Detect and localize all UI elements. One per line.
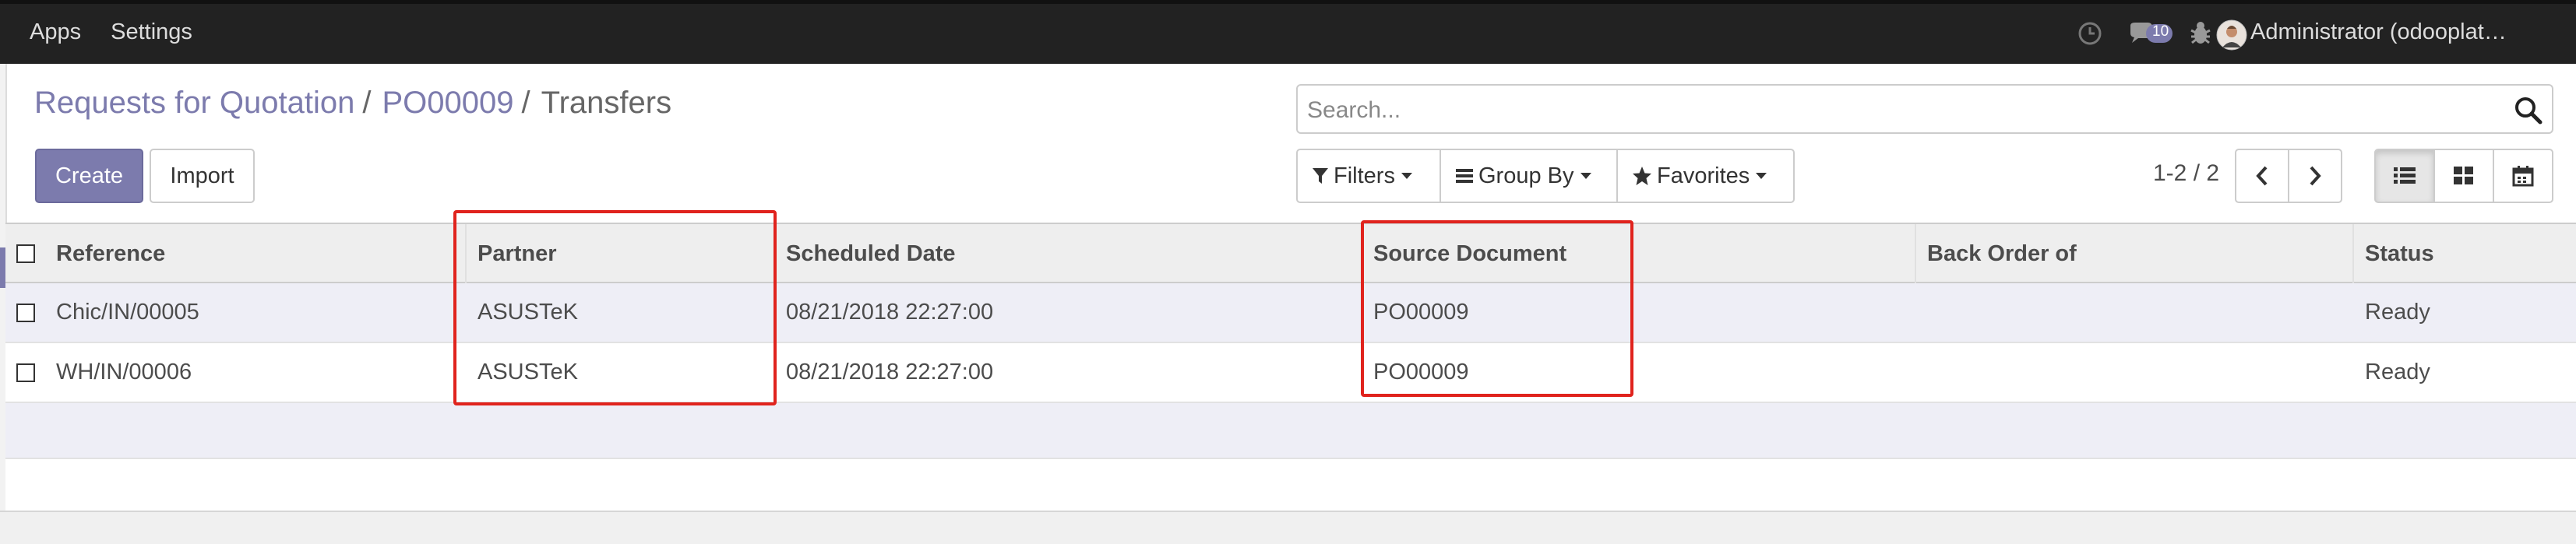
breadcrumb-separator: / (521, 86, 530, 120)
systray: 10 Administrator (odooplat… (2077, 4, 2576, 68)
column-partner[interactable]: Partner (467, 224, 775, 283)
column-back-order-of[interactable]: Back Order of (1916, 224, 2354, 283)
calendar-view-icon (2512, 166, 2534, 187)
cell-source-document: PO00009 (1373, 360, 1469, 384)
column-source-document[interactable]: Source Document (1362, 224, 1916, 283)
menu-settings[interactable]: Settings (111, 19, 192, 45)
breadcrumb-rfq[interactable]: Requests for Quotation (34, 86, 354, 120)
caret-icon (1756, 173, 1767, 179)
table-footer (0, 511, 2576, 544)
pager-next[interactable] (2288, 149, 2342, 203)
cell-scheduled-date: 08/21/2018 22:27:00 (786, 360, 994, 384)
pager-value[interactable]: 1-2 / 2 (2153, 160, 2219, 187)
chat-icon[interactable]: 10 (2129, 21, 2173, 51)
pager-previous[interactable] (2235, 149, 2289, 203)
create-button[interactable]: Create (35, 149, 143, 203)
cell-back-order-of (1916, 283, 1927, 342)
cell-partner: ASUSTeK (477, 300, 578, 325)
menu-apps[interactable]: Apps (30, 19, 81, 45)
breadcrumb-po[interactable]: PO00009 (382, 86, 513, 120)
search-icon[interactable] (2513, 95, 2544, 126)
bug-icon[interactable] (2188, 19, 2213, 50)
cell-partner: ASUSTeK (477, 360, 578, 384)
cell-source-document: PO00009 (1373, 300, 1469, 325)
cell-reference: Chic/IN/00005 (56, 300, 199, 325)
groupby-label: Group By (1478, 163, 1574, 188)
search-options: Filters Group By Favorites (1296, 149, 1795, 203)
table-row[interactable]: Chic/IN/00005 ASUSTeK 08/21/2018 22:27:0… (5, 283, 2576, 343)
favorites-label: Favorites (1657, 163, 1750, 188)
chevron-right-icon (2310, 166, 2321, 186)
chevron-left-icon (2256, 166, 2268, 186)
column-scheduled-date[interactable]: Scheduled Date (775, 224, 1362, 283)
caret-icon (1401, 173, 1412, 179)
calendar-view-button[interactable] (2493, 149, 2553, 203)
table-header: Reference Partner Scheduled Date Source … (5, 223, 2576, 283)
favorites-button[interactable]: Favorites (1616, 149, 1795, 203)
cell-reference: WH/IN/00006 (56, 360, 192, 384)
kanban-view-button[interactable] (2433, 149, 2494, 203)
table-empty-row (5, 459, 2576, 515)
breadcrumb: Requests for Quotation / PO00009/Transfers (34, 86, 671, 121)
filters-button[interactable]: Filters (1296, 149, 1441, 203)
select-all-checkbox[interactable] (16, 244, 35, 263)
table-empty-row (5, 403, 2576, 459)
cell-status: Ready (2365, 300, 2430, 325)
avatar[interactable] (2216, 19, 2247, 54)
header-select-all[interactable] (5, 224, 51, 283)
search-input[interactable]: Search... (1296, 84, 2553, 134)
column-reference[interactable]: Reference (45, 224, 467, 283)
kanban-view-icon (2454, 167, 2473, 184)
star-icon (1633, 167, 1651, 185)
filters-label: Filters (1334, 163, 1395, 188)
search-placeholder: Search... (1307, 97, 1401, 123)
list-view-icon (2394, 167, 2416, 184)
filter-icon (1313, 168, 1328, 184)
cell-status: Ready (2365, 360, 2430, 384)
left-accent-bar (0, 247, 5, 288)
cell-scheduled-date: 08/21/2018 22:27:00 (786, 300, 994, 325)
breadcrumb-current: Transfers (541, 86, 672, 120)
import-button[interactable]: Import (150, 149, 255, 203)
breadcrumb-separator: / (362, 86, 372, 120)
user-menu[interactable]: Administrator (odooplat… (2250, 19, 2570, 45)
messages-badge: 10 (2152, 23, 2169, 40)
caret-icon (1580, 173, 1591, 179)
column-status[interactable]: Status (2354, 224, 2576, 283)
list-icon (1456, 169, 1473, 183)
main-menu: Apps Settings (30, 19, 192, 45)
list-view-button[interactable] (2374, 149, 2435, 203)
clock-icon[interactable] (2077, 21, 2102, 50)
cell-back-order-of (1916, 343, 1927, 402)
top-navbar: Apps Settings 10 Administrator (odooplat… (0, 0, 2576, 64)
table-row[interactable]: WH/IN/00006 ASUSTeK 08/21/2018 22:27:00 … (5, 343, 2576, 403)
row-checkbox[interactable] (16, 304, 35, 322)
groupby-button[interactable]: Group By (1440, 149, 1618, 203)
row-checkbox[interactable] (16, 363, 35, 382)
